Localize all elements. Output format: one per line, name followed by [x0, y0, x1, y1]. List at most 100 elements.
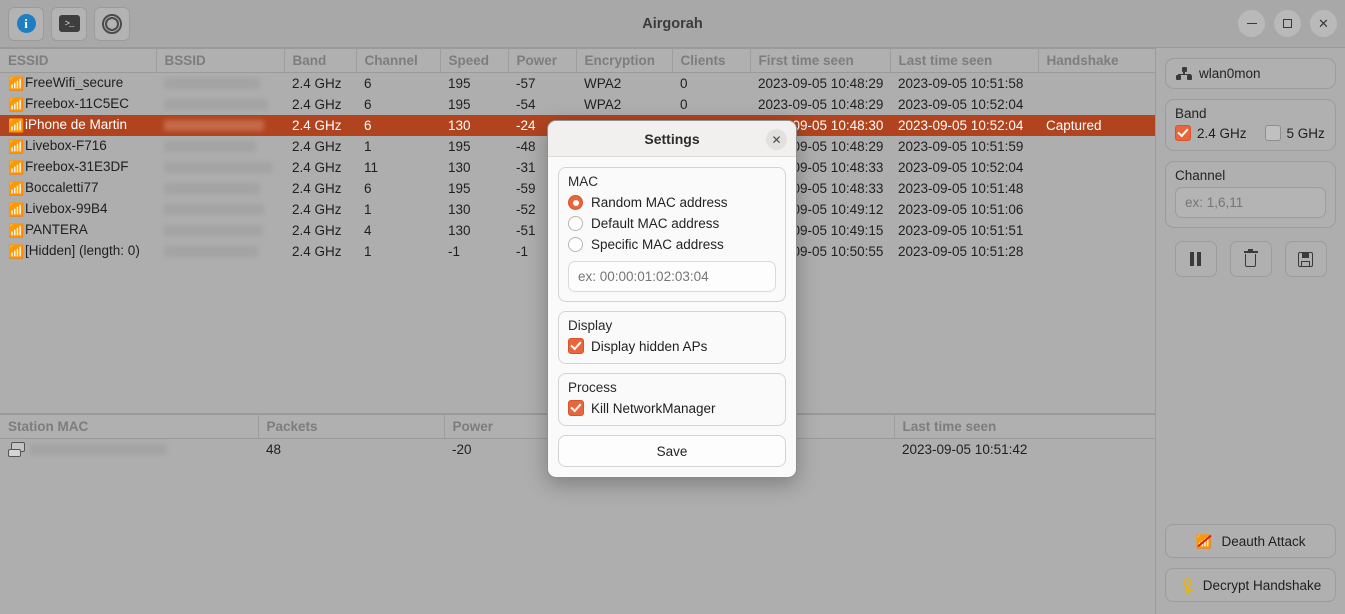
interface-name: wlan0mon: [1199, 66, 1261, 81]
cell-essid: 📶Livebox-99B4: [8, 201, 108, 217]
terminal-button[interactable]: >_: [51, 6, 87, 41]
redacted-bssid: [164, 225, 262, 236]
save-capture-button[interactable]: [1284, 241, 1327, 277]
cell-handshake: [1038, 157, 1155, 178]
cell-station-mac: [0, 439, 258, 460]
maximize-button[interactable]: [1274, 10, 1301, 37]
cell-speed: 195: [448, 76, 471, 91]
table-header-row: ESSID BSSID Band Channel Speed Power Encryptio…: [0, 48, 1155, 73]
cell-channel: 1: [364, 244, 372, 259]
redacted-bssid: [164, 183, 260, 194]
band-checkbox-24[interactable]: 2.4 GHz: [1175, 125, 1247, 141]
cell-handshake: [1038, 136, 1155, 157]
radio-default-mac[interactable]: Default MAC address: [568, 213, 776, 234]
channel-group-label: Channel: [1175, 168, 1226, 183]
cell-essid: 📶FreeWifi_secure: [8, 75, 124, 91]
title-bar: i >_ Airgorah ✕: [0, 0, 1345, 48]
cell-last-seen: 2023-09-05 10:52:04: [898, 97, 1024, 112]
column-header[interactable]: Station MAC: [0, 414, 259, 439]
cell-band: 2.4 GHz: [292, 244, 342, 259]
cell-channel: 6: [364, 181, 372, 196]
deauth-attack-label: Deauth Attack: [1221, 533, 1306, 549]
cell-first-seen: 2023-09-05 10:48:29: [758, 76, 884, 91]
cell-band: 2.4 GHz: [292, 160, 342, 175]
cell-speed: 195: [448, 139, 471, 154]
column-header[interactable]: Clients: [672, 48, 751, 73]
band-label-24: 2.4 GHz: [1197, 125, 1247, 141]
dialog-close-button[interactable]: ✕: [766, 129, 787, 150]
redacted-bssid: [164, 246, 258, 257]
cell-essid: 📶PANTERA: [8, 222, 88, 238]
cell-speed: 130: [440, 115, 508, 136]
cell-last-seen: 2023-09-05 10:52:04: [898, 160, 1024, 175]
about-button[interactable]: i: [8, 6, 44, 41]
deauth-wifi-icon: 📶: [1195, 534, 1213, 548]
specific-mac-input[interactable]: [568, 261, 776, 292]
cell-handshake: [1038, 241, 1155, 262]
cell-essid: 📶[Hidden] (length: 0): [8, 243, 140, 259]
deauth-attack-button[interactable]: 📶 Deauth Attack: [1165, 524, 1336, 558]
cell-last-seen: 2023-09-05 10:51:51: [898, 223, 1024, 238]
cell-handshake: [1038, 73, 1155, 95]
cell-handshake: [1038, 220, 1155, 241]
cell-band: 2.4 GHz: [292, 223, 342, 238]
cell-channel: 1: [364, 139, 372, 154]
cell-speed: -1: [448, 244, 461, 259]
radio-specific-mac[interactable]: Specific MAC address: [568, 234, 776, 255]
cell-bssid: [156, 241, 284, 262]
process-section: Process Kill NetworkManager: [558, 373, 786, 426]
radio-random-mac[interactable]: Random MAC address: [568, 192, 776, 213]
table-row[interactable]: 📶Freebox-11C5EC 2.4 GHz 6 195 -54 WPA2 0 2023-0…: [0, 94, 1155, 115]
band-checkbox-5[interactable]: 5 GHz: [1264, 125, 1325, 141]
column-header[interactable]: Last time seen: [890, 48, 1039, 73]
floppy-save-icon: [1298, 251, 1313, 267]
decrypt-handshake-button[interactable]: Decrypt Handshake: [1165, 568, 1336, 602]
cell-packets: 48: [266, 441, 282, 457]
redacted-bssid: [164, 78, 260, 89]
clear-button[interactable]: [1229, 241, 1272, 277]
kill-networkmanager-checkbox[interactable]: Kill NetworkManager: [568, 398, 776, 416]
column-header[interactable]: Band: [284, 48, 357, 73]
window-controls: ✕: [1238, 10, 1337, 37]
cell-channel: 4: [364, 223, 372, 238]
checkbox-icon: [1175, 125, 1191, 141]
radio-icon: [568, 216, 583, 231]
column-header[interactable]: Last time seen: [894, 414, 1156, 439]
column-header[interactable]: Speed: [440, 48, 509, 73]
dialog-header: Settings ✕: [548, 121, 796, 157]
minimize-button[interactable]: [1238, 10, 1265, 37]
column-header[interactable]: Handshake: [1038, 48, 1155, 73]
column-header[interactable]: Power: [508, 48, 577, 73]
column-header[interactable]: First time seen: [750, 48, 891, 73]
cell-essid: 📶Livebox-F716: [8, 138, 107, 154]
column-header[interactable]: BSSID: [156, 48, 285, 73]
column-header[interactable]: Channel: [356, 48, 441, 73]
cell-bssid: [156, 115, 284, 136]
cell-last-seen: 2023-09-05 10:51:48: [898, 181, 1024, 196]
dialog-save-button[interactable]: Save: [558, 435, 786, 467]
redacted-bssid: [164, 162, 272, 173]
dialog-title: Settings: [644, 130, 700, 147]
cell-bssid: [156, 220, 284, 241]
cell-channel: 6: [356, 115, 440, 136]
cell-band: 2.4 GHz: [292, 97, 342, 112]
channel-input[interactable]: [1175, 187, 1326, 218]
page-title: Airgorah: [642, 15, 703, 32]
key-icon: [1180, 577, 1195, 593]
column-header[interactable]: Packets: [258, 414, 445, 439]
scan-settings-button[interactable]: [94, 6, 130, 41]
band-group-label: Band: [1175, 106, 1207, 121]
checkbox-icon: [568, 400, 584, 416]
column-header[interactable]: Encryption: [576, 48, 673, 73]
close-button[interactable]: ✕: [1310, 10, 1337, 37]
interface-selector[interactable]: wlan0mon: [1165, 58, 1336, 89]
display-section: Display Display hidden APs: [558, 311, 786, 364]
display-hidden-aps-checkbox[interactable]: Display hidden APs: [568, 336, 776, 354]
pause-scan-button[interactable]: [1174, 241, 1217, 277]
column-header[interactable]: ESSID: [0, 48, 157, 73]
cell-speed: 130: [448, 223, 471, 238]
wifi-icon: 📶: [8, 118, 25, 133]
table-row[interactable]: 📶FreeWifi_secure 2.4 GHz 6 195 -57 WPA2 0 2023-…: [0, 73, 1155, 95]
cell-band: 2.4 GHz: [292, 202, 342, 217]
info-icon: i: [16, 14, 36, 33]
